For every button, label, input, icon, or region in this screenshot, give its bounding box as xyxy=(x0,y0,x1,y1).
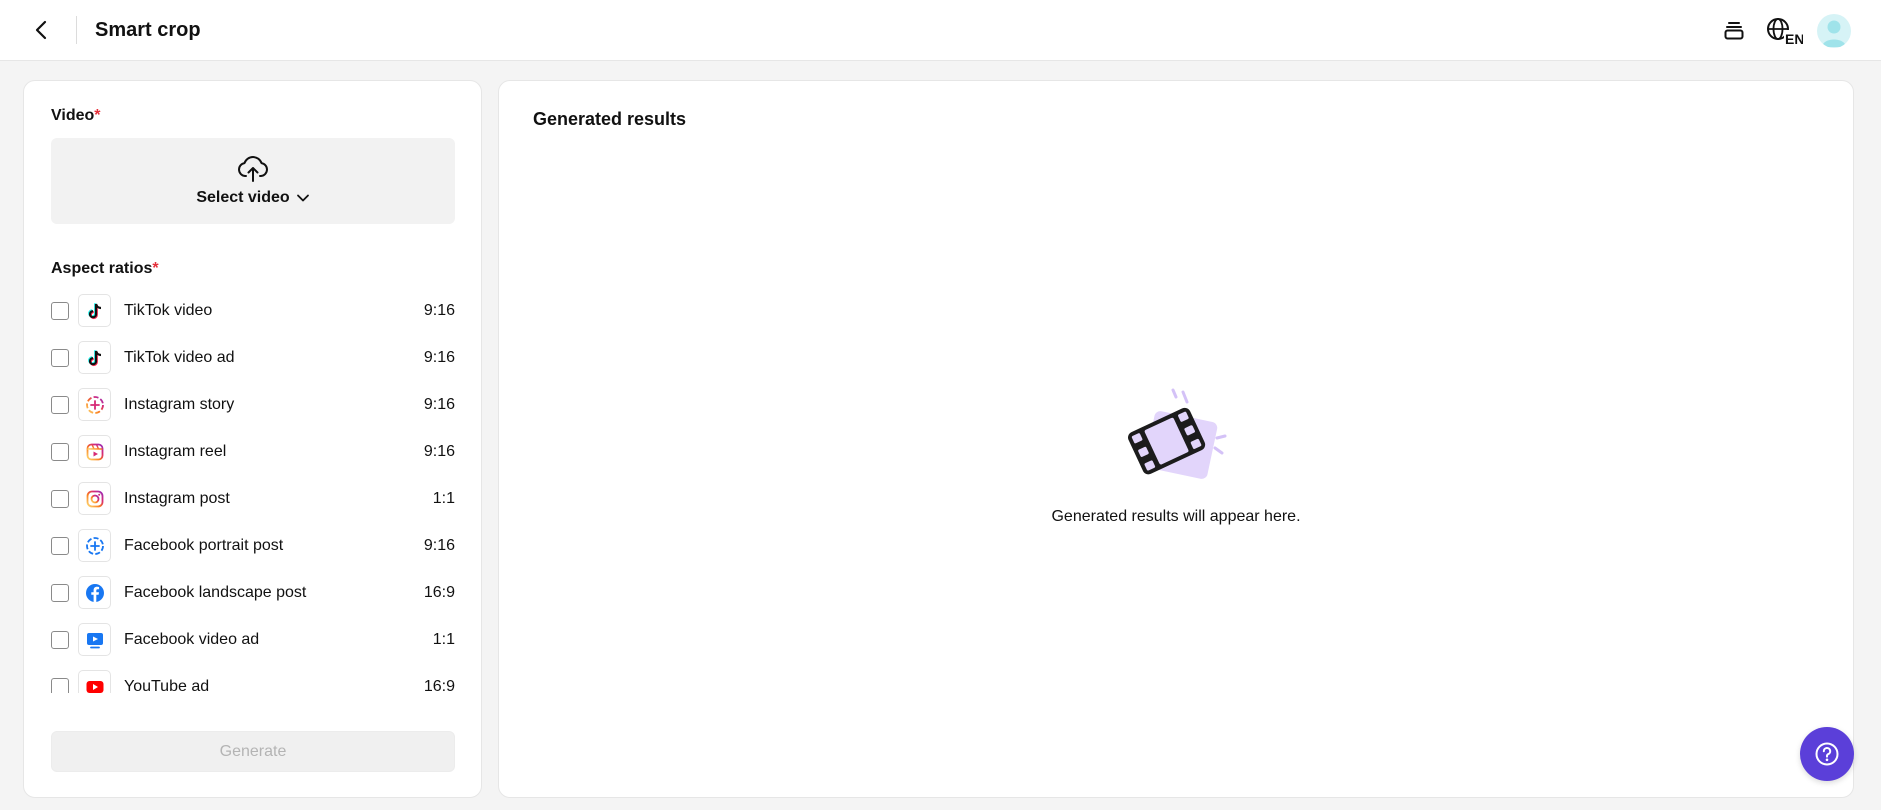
stack-icon xyxy=(1724,21,1744,39)
ratio-name: Facebook portrait post xyxy=(124,536,284,554)
ratio-value: 1:1 xyxy=(432,630,455,648)
ratio-checkbox[interactable] xyxy=(51,583,69,602)
ratio-checkbox[interactable] xyxy=(51,489,69,508)
generate-button[interactable]: Generate xyxy=(51,731,455,772)
ratio-name: YouTube ad xyxy=(124,677,210,694)
facebook-icon xyxy=(78,576,111,609)
facebook-video-icon xyxy=(78,623,111,656)
ratio-value: 9:16 xyxy=(423,442,455,460)
svg-text:EN: EN xyxy=(1785,31,1803,46)
facebook-story-icon xyxy=(78,529,111,562)
ratio-option-youtube-ad[interactable]: YouTube ad 16:9 xyxy=(51,663,455,693)
aspect-ratios-label: Aspect ratios* xyxy=(51,260,159,277)
help-button[interactable] xyxy=(1800,727,1854,781)
select-video-label: Select video xyxy=(196,189,290,206)
ratio-name: Facebook landscape post xyxy=(124,583,307,601)
ratio-value: 16:9 xyxy=(423,677,455,694)
ratio-value: 9:16 xyxy=(423,536,455,554)
film-illustration-icon xyxy=(1128,388,1227,479)
ratio-name: Instagram post xyxy=(124,489,230,507)
language-button[interactable]: EN xyxy=(1765,14,1803,48)
youtube-icon xyxy=(78,670,111,693)
chevron-down-icon xyxy=(296,194,309,202)
ratio-value: 1:1 xyxy=(432,489,455,507)
ratio-checkbox[interactable] xyxy=(51,301,69,320)
ratio-option-instagram-reel[interactable]: Instagram reel 9:16 xyxy=(51,428,455,475)
ratio-option-instagram-post[interactable]: Instagram post 1:1 xyxy=(51,475,455,522)
select-video-button[interactable]: Select video xyxy=(196,189,309,207)
results-title: Generated results xyxy=(533,109,687,129)
ratio-value: 9:16 xyxy=(423,395,455,413)
tiktok-icon xyxy=(78,294,111,327)
select-video-dropzone[interactable]: Select video xyxy=(51,138,455,224)
ratio-option-facebook-portrait-post[interactable]: Facebook portrait post 9:16 xyxy=(51,522,455,569)
top-bar: Smart crop EN xyxy=(0,0,1881,61)
question-icon xyxy=(1815,742,1839,766)
empty-state-text: Generated results will appear here. xyxy=(1051,508,1301,525)
ratio-checkbox[interactable] xyxy=(51,630,69,649)
instagram-story-icon xyxy=(78,388,111,421)
results-panel: Generated results Generated results will… xyxy=(498,80,1854,798)
ratio-option-tiktok-video-ad[interactable]: TikTok video ad 9:16 xyxy=(51,334,455,381)
aspect-ratio-list: TikTok video 9:16 TikTok video ad 9:16 I… xyxy=(51,287,455,693)
cloud-upload-icon xyxy=(238,156,268,182)
ratio-option-facebook-landscape-post[interactable]: Facebook landscape post 16:9 xyxy=(51,569,455,616)
chevron-left-icon xyxy=(35,20,47,40)
user-icon xyxy=(1822,20,1846,47)
video-label: Video* xyxy=(51,107,101,124)
settings-panel: Video* Select video Aspect ratios* TikTo… xyxy=(23,80,482,798)
ratio-checkbox[interactable] xyxy=(51,677,69,693)
ratio-option-instagram-story[interactable]: Instagram story 9:16 xyxy=(51,381,455,428)
layers-button[interactable] xyxy=(1717,14,1751,48)
empty-state: Generated results will appear here. xyxy=(499,386,1853,526)
ratio-checkbox[interactable] xyxy=(51,536,69,555)
ratio-value: 9:16 xyxy=(423,348,455,366)
ratio-name: Instagram reel xyxy=(124,442,227,460)
instagram-icon xyxy=(78,482,111,515)
ratio-option-facebook-video-ad[interactable]: Facebook video ad 1:1 xyxy=(51,616,455,663)
header-divider xyxy=(76,16,77,44)
ratio-name: TikTok video ad xyxy=(124,348,235,366)
header-actions: EN xyxy=(1717,0,1851,61)
user-avatar[interactable] xyxy=(1817,13,1851,48)
ratio-name: Instagram story xyxy=(124,395,235,413)
globe-icon: EN xyxy=(1767,17,1803,46)
ratio-option-tiktok-video[interactable]: TikTok video 9:16 xyxy=(51,287,455,334)
ratio-checkbox[interactable] xyxy=(51,395,69,414)
page-title: Smart crop xyxy=(95,18,201,41)
ratio-value: 9:16 xyxy=(423,301,455,319)
instagram-reel-icon xyxy=(78,435,111,468)
ratio-name: Facebook video ad xyxy=(124,630,260,648)
ratio-checkbox[interactable] xyxy=(51,348,69,367)
ratio-name: TikTok video xyxy=(124,301,213,319)
ratio-checkbox[interactable] xyxy=(51,442,69,461)
tiktok-icon xyxy=(78,341,111,374)
back-button[interactable] xyxy=(22,10,62,50)
ratio-value: 16:9 xyxy=(423,583,455,601)
